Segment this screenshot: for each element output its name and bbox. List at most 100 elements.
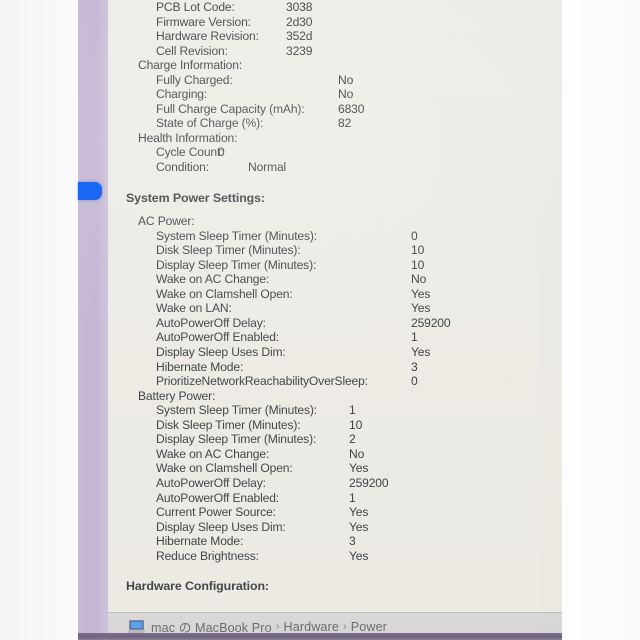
row-value: No [338,72,354,87]
group-label: Battery Power: [138,388,216,403]
photo-bottom-right-margin [562,633,640,640]
row-value: 259200 [349,475,389,490]
table-row: State of Charge (%): 82 [108,116,562,131]
chevron-right-icon: › [342,620,347,633]
row-label: System Sleep Timer (Minutes): [156,403,317,418]
row-value: No [411,272,427,287]
row-value: 3038 [286,0,313,14]
table-row: Hardware Revision: 352d [108,29,562,44]
row-label: Firmware Version: [156,14,251,29]
table-row: Firmware Version: 2d30 [108,15,562,30]
row-label: System Sleep Timer (Minutes): [156,228,317,243]
row-value: 1 [411,330,418,345]
report-content-pane: PCB Lot Code: 3038 Firmware Version: 2d3… [108,0,562,612]
photo-left-margin [0,0,78,640]
row-value: Yes [411,345,431,360]
breadcrumb-item-power[interactable]: Power [351,620,387,634]
table-row: Wake on LAN: Yes [108,301,562,316]
row-value: 6830 [338,101,365,116]
table-row: Reduce Brightness: Yes [108,549,562,564]
report-rows: PCB Lot Code: 3038 Firmware Version: 2d3… [108,0,562,594]
chevron-right-icon: › [275,620,280,633]
table-row: Display Sleep Uses Dim: Yes [108,345,562,360]
row-value: Yes [349,505,369,520]
row-label: Hardware Revision: [156,29,259,44]
row-label: AutoPowerOff Delay: [156,315,266,330]
section-heading-system-power-settings: System Power Settings: [108,191,562,206]
table-row: Display Sleep Uses Dim: Yes [108,520,562,535]
row-value: Yes [349,461,369,476]
row-label: Wake on AC Change: [156,272,270,287]
section-heading-hardware-configuration: Hardware Configuration: [108,579,562,594]
row-value: 0 [411,374,418,389]
row-label: Full Charge Capacity (mAh): [156,101,305,116]
row-label: Display Sleep Timer (Minutes): [156,257,317,272]
table-row: Disk Sleep Timer (Minutes): 10 [108,243,562,258]
row-value: 3239 [286,43,313,58]
display-bezel-edge [78,633,562,640]
row-value: Normal [248,160,287,175]
row-value: 10 [349,417,363,432]
macbook-icon [128,620,145,633]
photo-right-margin [562,0,640,640]
row-label: Wake on LAN: [156,301,232,316]
row-value: 2 [349,432,356,447]
row-label: Cell Revision: [156,43,228,58]
sidebar-selected-item-power[interactable] [78,182,102,200]
row-label: Reduce Brightness: [156,548,259,563]
row-label: PrioritizeNetworkReachabilityOverSleep: [156,374,368,389]
row-label: Hibernate Mode: [156,534,244,549]
table-row: Cycle Count: 0 [108,145,562,160]
group-label: Charge Information: [138,58,243,73]
row-label: Fully Charged: [156,72,233,87]
breadcrumb-item-hardware[interactable]: Hardware [284,620,339,634]
row-value: 259200 [411,315,451,330]
sidebar-strip[interactable] [78,0,108,633]
row-label: Condition: [156,160,209,175]
table-row: Display Sleep Timer (Minutes): 10 [108,258,562,273]
group-heading-battery-power: Battery Power: [108,389,562,404]
row-label: Cycle Count: [156,145,224,160]
table-row: PCB Lot Code: 3038 [108,0,562,15]
row-label: Wake on AC Change: [156,446,270,461]
row-label: Hibernate Mode: [156,359,244,374]
group-heading-health-information: Health Information: [108,131,562,146]
group-heading-ac-power: AC Power: [108,214,562,229]
row-label: AutoPowerOff Enabled: [156,330,280,345]
row-value: Yes [411,301,431,316]
section-label: Hardware Configuration: [126,579,269,594]
table-row: AutoPowerOff Enabled: 1 [108,491,562,506]
row-value: 10 [411,257,425,272]
table-row: Hibernate Mode: 3 [108,534,562,549]
table-row: Wake on AC Change: No [108,272,562,287]
table-row: Disk Sleep Timer (Minutes): 10 [108,418,562,433]
table-row: Charging: No [108,87,562,102]
table-row: Display Sleep Timer (Minutes): 2 [108,432,562,447]
row-value: Yes [411,286,431,301]
group-heading-charge-information: Charge Information: [108,58,562,73]
table-row: AutoPowerOff Delay: 259200 [108,476,562,491]
row-value: 352d [286,29,313,44]
row-value: 0 [411,228,418,243]
row-label: State of Charge (%): [156,116,264,131]
row-label: Wake on Clamshell Open: [156,286,293,301]
row-value: 2d30 [286,14,313,29]
row-label: Disk Sleep Timer (Minutes): [156,417,301,432]
group-label: Health Information: [138,130,238,145]
table-row: System Sleep Timer (Minutes): 1 [108,403,562,418]
row-value: 1 [349,403,356,418]
row-label: Charging: [156,87,208,102]
row-label: AutoPowerOff Enabled: [156,490,280,505]
table-row: AutoPowerOff Delay: 259200 [108,316,562,331]
table-row: Wake on Clamshell Open: Yes [108,461,562,476]
table-row: Cell Revision: 3239 [108,44,562,59]
row-label: Display Sleep Uses Dim: [156,519,286,534]
table-row: AutoPowerOff Enabled: 1 [108,330,562,345]
table-row: Hibernate Mode: 3 [108,360,562,375]
row-value: 0 [218,145,225,160]
row-label: Disk Sleep Timer (Minutes): [156,243,301,258]
table-row: Wake on Clamshell Open: Yes [108,287,562,302]
row-value: 82 [338,116,352,131]
